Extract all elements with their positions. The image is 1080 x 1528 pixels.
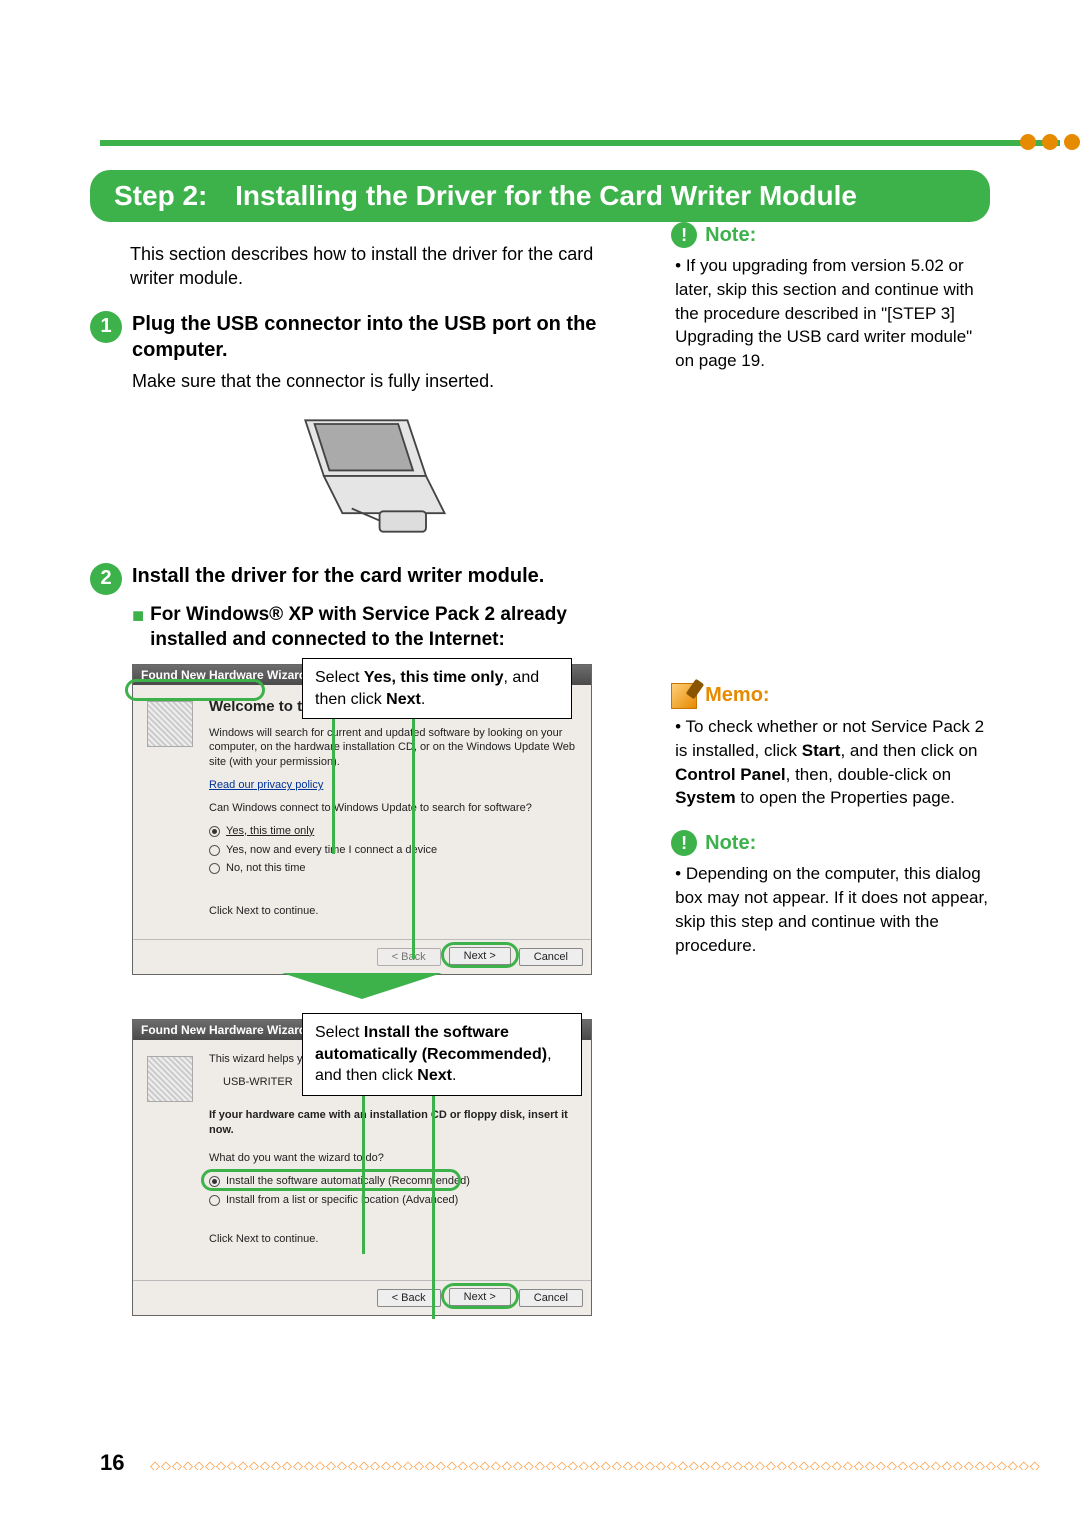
callout-1-leader-b	[412, 714, 415, 959]
radio-icon	[209, 845, 220, 856]
back-button[interactable]: < Back	[377, 948, 441, 966]
note-icon: !	[671, 222, 697, 248]
step-2-number-icon: 2	[90, 563, 122, 595]
square-bullet-icon: ■	[132, 603, 144, 652]
dialog-1-continue: Click Next to continue.	[209, 904, 577, 919]
left-column: This section describes how to install th…	[90, 222, 631, 1326]
step-1-text: Make sure that the connector is fully in…	[132, 369, 631, 393]
privacy-link[interactable]: Read our privacy policy	[209, 779, 323, 791]
radio-icon	[209, 826, 220, 837]
wizard-icon	[147, 1056, 193, 1102]
page-content: Step 2: Installing the Driver for the Ca…	[0, 0, 1080, 1528]
dialog-1-p1: Windows will search for current and upda…	[209, 726, 577, 771]
note-1-text: If you upgrading from version 5.02 or la…	[675, 254, 990, 373]
cancel-button[interactable]: Cancel	[519, 948, 583, 966]
radio-yes-once[interactable]: Yes, this time only	[209, 824, 577, 839]
dialog-2-footer: < Back Next > Cancel	[133, 1280, 591, 1315]
step-1-number-icon: 1	[90, 311, 122, 343]
note-2-label: Note:	[705, 832, 756, 855]
step-title: Installing the Driver for the Card Write…	[235, 180, 857, 211]
dialog-2-continue: Click Next to continue.	[209, 1232, 577, 1247]
arrow-down-icon	[282, 973, 442, 999]
note-2: ! Note: Depending on the computer, this …	[671, 830, 990, 957]
cancel-button[interactable]: Cancel	[519, 1289, 583, 1307]
memo-text: To check whether or not Service Pack 2 i…	[675, 715, 990, 810]
radio-no[interactable]: No, not this time	[209, 861, 577, 876]
step-2-subheading: ■ For Windows® XP with Service Pack 2 al…	[132, 603, 631, 652]
dialog-1-footer: < Back Next > Cancel	[133, 939, 591, 974]
radio-auto[interactable]: Install the software automatically (Reco…	[209, 1174, 577, 1189]
memo-icon	[671, 683, 697, 709]
note-1-label: Note:	[705, 224, 756, 247]
callout-1: Select Yes, this time only, and then cli…	[302, 658, 572, 719]
right-column: ! Note: If you upgrading from version 5.…	[671, 222, 990, 977]
radio-icon	[209, 1195, 220, 1206]
step-banner: Step 2: Installing the Driver for the Ca…	[90, 170, 990, 222]
callout-1-leader	[332, 714, 335, 854]
dialog-2-what: What do you want the wizard to do?	[209, 1151, 577, 1166]
step-1: 1 Plug the USB connector into the USB po…	[90, 311, 631, 393]
step-label: Step 2:	[114, 180, 207, 211]
callout-2-leader	[362, 1089, 365, 1254]
footer-deco: ◇◇◇◇◇◇◇◇◇◇◇◇◇◇◇◇◇◇◇◇◇◇◇◇◇◇◇◇◇◇◇◇◇◇◇◇◇◇◇◇…	[150, 1458, 1040, 1470]
page-number: 16	[100, 1450, 124, 1476]
radio-list[interactable]: Install from a list or specific location…	[209, 1193, 577, 1208]
dialog-2-cd: If your hardware came with an installati…	[209, 1109, 568, 1136]
next-button[interactable]: Next >	[449, 947, 511, 965]
note-1: ! Note: If you upgrading from version 5.…	[671, 222, 990, 373]
memo-label: Memo:	[705, 684, 769, 707]
callout-2-leader-b	[432, 1089, 435, 1319]
step-2: 2 Install the driver for the card writer…	[90, 563, 631, 595]
wizard-dialog-1: Select Yes, this time only, and then cli…	[132, 664, 592, 999]
memo: Memo: To check whether or not Service Pa…	[671, 683, 990, 810]
note-2-text: Depending on the computer, this dialog b…	[675, 862, 990, 957]
dialog-1-question: Can Windows connect to Windows Update to…	[209, 801, 577, 816]
radio-icon	[209, 1176, 220, 1187]
radio-yes-always[interactable]: Yes, now and every time I connect a devi…	[209, 843, 577, 858]
laptop-illustration	[266, 411, 456, 541]
callout-2: Select Install the software automaticall…	[302, 1013, 582, 1096]
step-2-title: Install the driver for the card writer m…	[132, 563, 631, 589]
wizard-dialog-2: Select Install the software automaticall…	[132, 1019, 592, 1316]
next-button[interactable]: Next >	[449, 1288, 511, 1306]
wizard-icon	[147, 701, 193, 747]
note-icon: !	[671, 830, 697, 856]
intro-text: This section describes how to install th…	[130, 242, 630, 291]
radio-icon	[209, 863, 220, 874]
step-1-title: Plug the USB connector into the USB port…	[132, 311, 631, 363]
